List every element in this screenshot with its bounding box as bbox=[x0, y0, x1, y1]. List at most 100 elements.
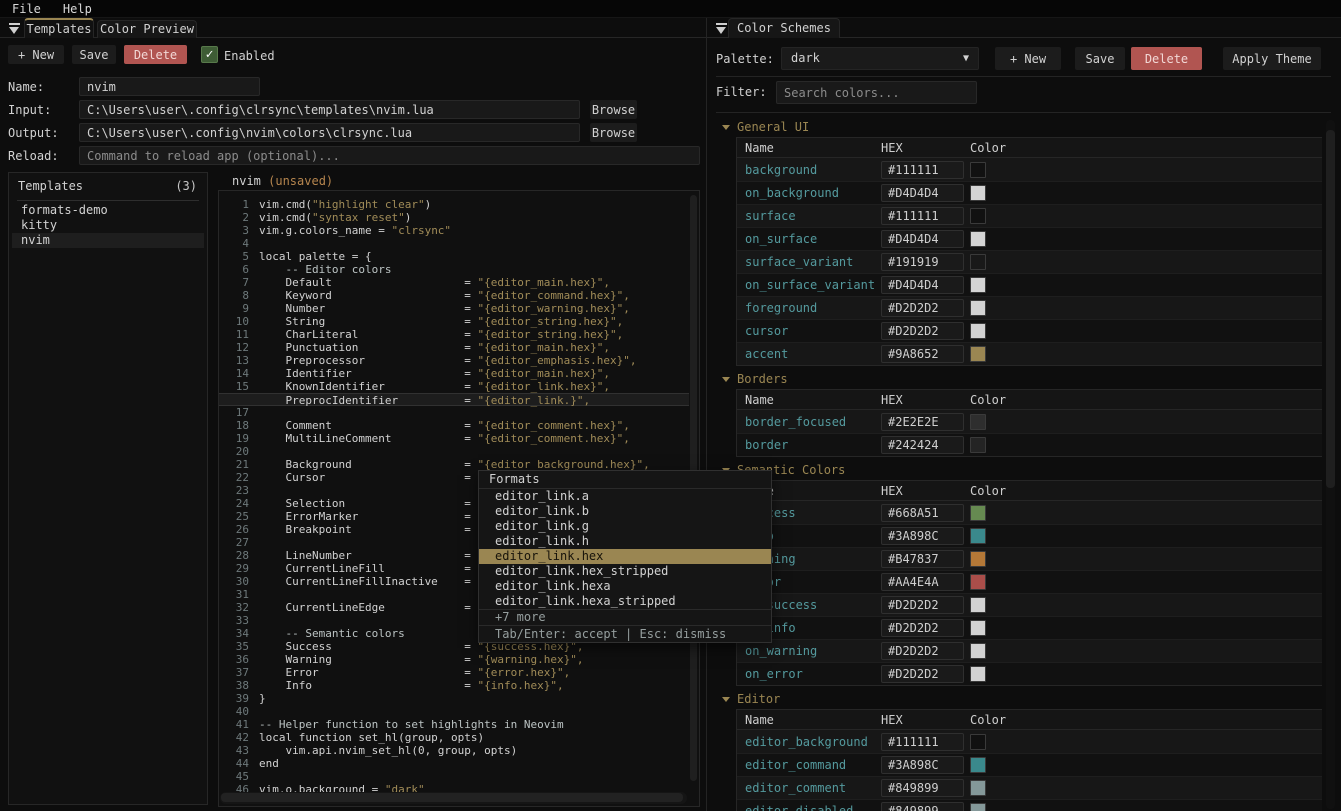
template-list-item[interactable]: nvim bbox=[12, 233, 204, 248]
apply-theme-button[interactable]: Apply Theme bbox=[1223, 47, 1321, 70]
hex-value-input[interactable]: #111111 bbox=[881, 161, 964, 179]
color-swatch[interactable] bbox=[970, 505, 986, 521]
save-palette-button[interactable]: Save bbox=[1075, 47, 1125, 70]
hex-value-input[interactable]: #849899 bbox=[881, 779, 964, 797]
color-swatch[interactable] bbox=[970, 277, 986, 293]
code-text: Info = "{info.hex}", bbox=[259, 679, 564, 692]
delete-template-button[interactable]: Delete bbox=[124, 45, 187, 64]
popup-format-item[interactable]: editor_link.hex_stripped bbox=[479, 564, 771, 579]
hex-value-input[interactable]: #D2D2D2 bbox=[881, 596, 964, 614]
tab-color-schemes[interactable]: Color Schemes bbox=[728, 18, 840, 38]
color-swatch[interactable] bbox=[970, 437, 986, 453]
template-list-item[interactable]: formats-demo bbox=[12, 203, 204, 218]
name-input[interactable] bbox=[79, 77, 260, 96]
hex-value-input[interactable]: #D2D2D2 bbox=[881, 322, 964, 340]
popup-format-item[interactable]: editor_link.g bbox=[479, 519, 771, 534]
editor-horizontal-scrollbar[interactable] bbox=[221, 793, 683, 802]
color-swatch[interactable] bbox=[970, 551, 986, 567]
color-swatch[interactable] bbox=[970, 231, 986, 247]
popup-format-item[interactable]: editor_link.a bbox=[479, 489, 771, 504]
reload-command-input[interactable] bbox=[79, 146, 700, 165]
color-swatch[interactable] bbox=[970, 162, 986, 178]
hex-value-input[interactable]: #191919 bbox=[881, 253, 964, 271]
section-header[interactable]: General UI bbox=[722, 120, 1322, 134]
code-token: "highlight clear" bbox=[312, 198, 425, 211]
popup-more-item[interactable]: +7 more bbox=[479, 610, 771, 625]
delete-palette-button[interactable]: Delete bbox=[1131, 47, 1202, 70]
color-swatch[interactable] bbox=[970, 620, 986, 636]
hex-value-input[interactable]: #111111 bbox=[881, 733, 964, 751]
column-header-color: Color bbox=[970, 713, 1006, 727]
new-template-button[interactable]: + New bbox=[8, 45, 64, 64]
code-line: 3vim.g.colors_name = "clrsync" bbox=[219, 224, 689, 237]
table-header-row: NameHEXColor bbox=[737, 138, 1322, 158]
popup-format-item[interactable]: editor_link.hexa_stripped bbox=[479, 594, 771, 609]
new-palette-button[interactable]: + New bbox=[995, 47, 1061, 70]
color-swatch[interactable] bbox=[970, 666, 986, 682]
hex-value-input[interactable]: #D2D2D2 bbox=[881, 665, 964, 683]
color-swatch[interactable] bbox=[970, 185, 986, 201]
hex-value-input[interactable]: #D4D4D4 bbox=[881, 184, 964, 202]
column-header-hex: HEX bbox=[881, 484, 903, 498]
color-swatch[interactable] bbox=[970, 254, 986, 270]
popup-format-item[interactable]: editor_link.hex bbox=[479, 549, 771, 564]
tab-templates[interactable]: Templates bbox=[24, 18, 94, 38]
hex-value-input[interactable]: #D4D4D4 bbox=[881, 230, 964, 248]
color-swatch[interactable] bbox=[970, 300, 986, 316]
collapse-panel-icon[interactable] bbox=[8, 23, 21, 35]
hex-value-input[interactable]: #849899 bbox=[881, 802, 964, 811]
color-swatch[interactable] bbox=[970, 208, 986, 224]
color-row: on_error#D2D2D2 bbox=[737, 662, 1322, 685]
hex-value-input[interactable]: #AA4E4A bbox=[881, 573, 964, 591]
color-swatch[interactable] bbox=[970, 643, 986, 659]
output-path-input[interactable] bbox=[79, 123, 580, 142]
template-list-item[interactable]: kitty bbox=[12, 218, 204, 233]
save-template-button[interactable]: Save bbox=[72, 45, 116, 64]
palette-dropdown[interactable]: dark ▼ bbox=[781, 47, 979, 70]
palette-scrollbar[interactable] bbox=[1326, 130, 1335, 488]
hex-value-input[interactable]: #D2D2D2 bbox=[881, 619, 964, 637]
color-swatch[interactable] bbox=[970, 346, 986, 362]
section-header[interactable]: Semantic Colors bbox=[722, 463, 1322, 477]
color-swatch[interactable] bbox=[970, 323, 986, 339]
hex-value-input[interactable]: #D2D2D2 bbox=[881, 299, 964, 317]
code-line: 43 vim.api.nvim_set_hl(0, group, opts) bbox=[219, 744, 689, 757]
color-swatch[interactable] bbox=[970, 780, 986, 796]
hex-value-input[interactable]: #111111 bbox=[881, 207, 964, 225]
hex-value-input[interactable]: #D2D2D2 bbox=[881, 642, 964, 660]
section-header[interactable]: Editor bbox=[722, 692, 1322, 706]
color-swatch[interactable] bbox=[970, 528, 986, 544]
hex-value-input[interactable]: #3A898C bbox=[881, 527, 964, 545]
color-swatch[interactable] bbox=[970, 574, 986, 590]
enabled-checkbox[interactable]: ✓ bbox=[201, 46, 218, 63]
collapse-panel-icon[interactable] bbox=[715, 23, 728, 35]
input-browse-button[interactable]: Browse bbox=[590, 100, 637, 119]
color-name: editor_disabled bbox=[745, 804, 853, 811]
menu-item-file[interactable]: File bbox=[12, 2, 41, 16]
color-swatch[interactable] bbox=[970, 414, 986, 430]
popup-format-item[interactable]: editor_link.hexa bbox=[479, 579, 771, 594]
popup-format-item[interactable]: editor_link.h bbox=[479, 534, 771, 549]
hex-value-input[interactable]: #242424 bbox=[881, 436, 964, 454]
name-label: Name: bbox=[8, 80, 44, 94]
color-swatch[interactable] bbox=[970, 757, 986, 773]
hex-value-input[interactable]: #3A898C bbox=[881, 756, 964, 774]
popup-format-item[interactable]: editor_link.b bbox=[479, 504, 771, 519]
hex-value-input[interactable]: #D4D4D4 bbox=[881, 276, 964, 294]
code-token: "{editor_comment.hex}", bbox=[478, 419, 630, 432]
color-swatch[interactable] bbox=[970, 734, 986, 750]
menu-item-help[interactable]: Help bbox=[63, 2, 92, 16]
hex-value-input[interactable]: #668A51 bbox=[881, 504, 964, 522]
input-path-input[interactable] bbox=[79, 100, 580, 119]
color-swatch[interactable] bbox=[970, 597, 986, 613]
hex-value-input[interactable]: #2E2E2E bbox=[881, 413, 964, 431]
color-swatch[interactable] bbox=[970, 803, 986, 811]
code-line: 9 Number = "{editor_warning.hex}", bbox=[219, 302, 689, 315]
section-header[interactable]: Borders bbox=[722, 372, 1322, 386]
hex-value-input[interactable]: #B47837 bbox=[881, 550, 964, 568]
tab-color-preview[interactable]: Color Preview bbox=[97, 20, 197, 38]
color-filter-input[interactable] bbox=[776, 81, 977, 104]
hex-value-input[interactable]: #9A8652 bbox=[881, 345, 964, 363]
output-browse-button[interactable]: Browse bbox=[590, 123, 637, 142]
code-text: end bbox=[259, 757, 279, 770]
